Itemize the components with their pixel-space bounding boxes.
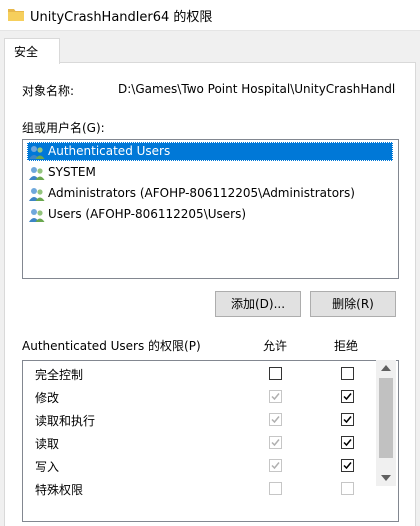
add-button[interactable]: 添加(D)... xyxy=(215,291,301,317)
list-item-users[interactable]: Users (AFOHP-806112205\Users) xyxy=(27,205,393,224)
deny-checkbox[interactable] xyxy=(341,367,354,380)
groups-listbox[interactable]: Authenticated Users SYSTEM Administrator… xyxy=(22,139,399,279)
permission-name: 读取 xyxy=(35,437,60,451)
checkmark-icon xyxy=(343,416,352,424)
permission-row: 特殊权限 xyxy=(23,477,378,500)
checkmark-icon xyxy=(271,439,280,447)
tab-security-label: 安全 xyxy=(14,45,39,59)
checkmark-icon xyxy=(343,393,352,401)
allow-checkbox[interactable] xyxy=(269,367,282,380)
window-title: UnityCrashHandler64 的权限 xyxy=(30,10,213,25)
object-name-label: 对象名称: xyxy=(22,84,75,98)
permission-name: 读取和执行 xyxy=(35,414,96,428)
allow-checkbox[interactable] xyxy=(269,459,282,472)
checkmark-icon xyxy=(271,393,280,401)
list-item-label: Users (AFOHP-806112205\Users) xyxy=(48,207,247,221)
deny-checkbox[interactable] xyxy=(341,459,354,472)
folder-icon xyxy=(8,9,24,21)
scroll-up-arrow-icon[interactable] xyxy=(381,364,391,372)
users-group-icon xyxy=(29,167,45,180)
permission-name: 特殊权限 xyxy=(35,483,84,497)
allow-checkbox[interactable] xyxy=(269,436,282,449)
permission-row: 读取和执行 xyxy=(23,408,378,431)
deny-checkbox[interactable] xyxy=(341,482,354,495)
list-item-label: Administrators (AFOHP-806112205\Administ… xyxy=(48,186,355,200)
permission-row: 完全控制 xyxy=(23,362,378,385)
users-group-icon xyxy=(29,146,45,159)
allow-checkbox[interactable] xyxy=(269,413,282,426)
permission-row: 修改 xyxy=(23,385,378,408)
remove-button[interactable]: 删除(R) xyxy=(310,291,396,317)
scroll-down-arrow-icon[interactable] xyxy=(381,474,391,482)
list-item-system[interactable]: SYSTEM xyxy=(27,163,393,182)
checkmark-icon xyxy=(271,462,280,470)
permissions-label: Authenticated Users 的权限(P) xyxy=(22,339,201,353)
checkmark-icon xyxy=(343,462,352,470)
groups-label: 组或用户名(G): xyxy=(22,121,105,135)
permissions-list[interactable]: 完全控制修改读取和执行读取写入特殊权限 xyxy=(22,360,399,522)
permission-name: 完全控制 xyxy=(35,368,84,382)
users-group-icon xyxy=(29,209,45,222)
permission-name: 修改 xyxy=(35,391,60,405)
list-item-label: SYSTEM xyxy=(48,165,96,179)
permission-name: 写入 xyxy=(35,460,60,474)
users-group-icon xyxy=(29,188,45,201)
permission-row: 写入 xyxy=(23,454,378,477)
list-item-administrators[interactable]: Administrators (AFOHP-806112205\Administ… xyxy=(27,184,393,203)
allow-checkbox[interactable] xyxy=(269,482,282,495)
allow-header: 允许 xyxy=(263,339,288,353)
tab-security[interactable]: 安全 xyxy=(4,38,60,64)
permission-row: 读取 xyxy=(23,431,378,454)
object-name-value: D:\Games\Two Point Hospital\UnityCrashHa… xyxy=(118,82,396,96)
list-item-label: Authenticated Users xyxy=(48,144,171,158)
list-item-authenticated-users[interactable]: Authenticated Users xyxy=(27,142,393,161)
checkmark-icon xyxy=(271,416,280,424)
allow-checkbox[interactable] xyxy=(269,390,282,403)
deny-checkbox[interactable] xyxy=(341,390,354,403)
scrollbar-thumb[interactable] xyxy=(379,378,393,458)
checkmark-icon xyxy=(343,439,352,447)
deny-checkbox[interactable] xyxy=(341,436,354,449)
deny-checkbox[interactable] xyxy=(341,413,354,426)
deny-header: 拒绝 xyxy=(334,339,359,353)
